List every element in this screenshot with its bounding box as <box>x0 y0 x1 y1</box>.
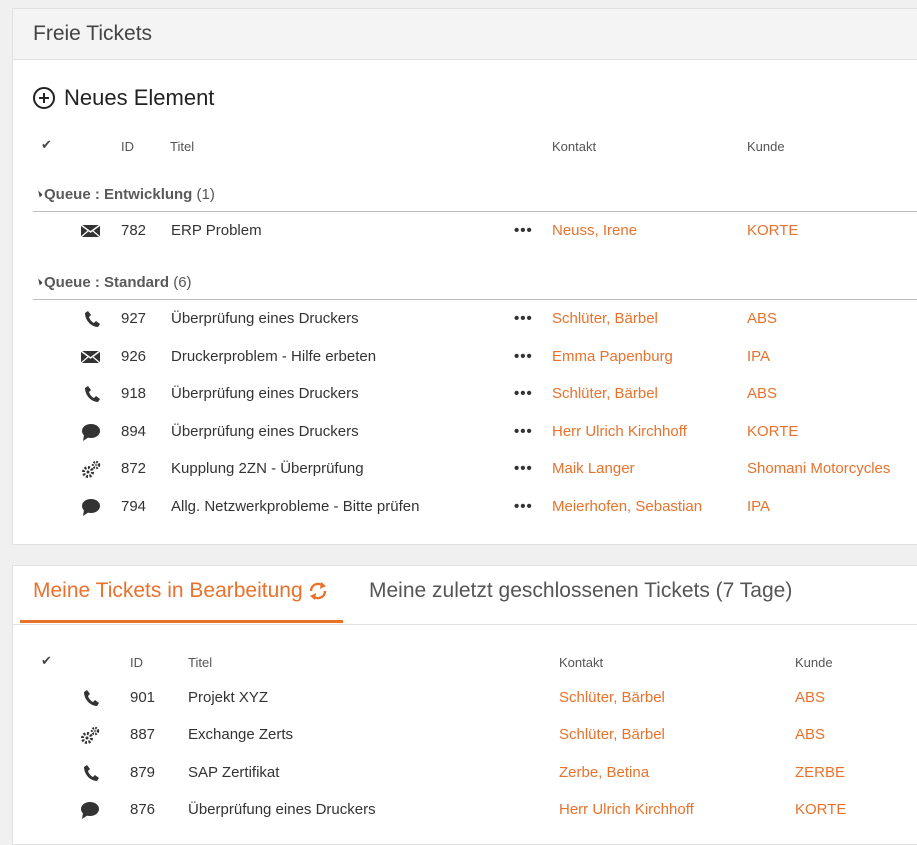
tab-recently-closed-tickets[interactable]: Meine zuletzt geschlossenen Tickets (7 T… <box>369 579 792 603</box>
collapse-triangle-icon <box>35 278 43 286</box>
row-menu-button[interactable]: ••• <box>514 348 533 365</box>
ticket-title[interactable]: Projekt XYZ <box>188 689 268 706</box>
ticket-id: 894 <box>121 422 147 440</box>
ticket-title[interactable]: Allg. Netzwerkprobleme - Bitte prüfen <box>171 498 419 515</box>
phone-icon <box>84 690 99 706</box>
ticket-title[interactable]: Druckerproblem - Hilfe erbeten <box>171 348 376 365</box>
panel-title: Freie Tickets <box>33 22 153 45</box>
column-header-customer[interactable]: Kunde <box>747 139 785 154</box>
tab-my-tickets-in-progress[interactable]: Meine Tickets in Bearbeitung <box>33 579 329 603</box>
ticket-id: 926 <box>121 347 147 365</box>
group-count: (6) <box>173 274 192 291</box>
customer-link[interactable]: ABS <box>747 310 777 327</box>
ticket-id: 872 <box>121 460 147 477</box>
customer-link[interactable]: ABS <box>795 689 825 706</box>
row-menu-button[interactable]: ••• <box>514 498 533 515</box>
phone-icon <box>85 386 100 402</box>
contact-link[interactable]: Schlüter, Bärbel <box>559 726 665 743</box>
customer-link[interactable]: KORTE <box>747 423 798 440</box>
customer-link[interactable]: KORTE <box>795 801 846 818</box>
ticket-id: 794 <box>121 497 147 515</box>
ticket-title[interactable]: Überprüfung eines Druckers <box>188 801 376 818</box>
column-header-customer[interactable]: Kunde <box>795 655 833 670</box>
phone-icon <box>84 764 99 781</box>
contact-link[interactable]: Maik Langer <box>552 460 635 477</box>
customer-link[interactable]: ABS <box>795 726 825 743</box>
chat-icon <box>82 498 100 516</box>
column-header-title[interactable]: Titel <box>170 139 194 154</box>
ticket-title[interactable]: Kupplung 2ZN - Überprüfung <box>171 460 364 477</box>
group-label: Queue : Standard <box>44 274 170 291</box>
gears-icon <box>82 460 101 478</box>
mail-icon <box>80 349 101 363</box>
add-circle-icon <box>33 87 55 109</box>
mail-icon <box>80 224 101 238</box>
ticket-id: 927 <box>121 310 147 327</box>
ticket-title[interactable]: SAP Zertifikat <box>188 764 279 781</box>
group-label: Queue : Entwicklung <box>44 186 193 203</box>
contact-link[interactable]: Meierhofen, Sebastian <box>552 498 702 515</box>
ticket-id: 876 <box>130 800 156 818</box>
panel-header: Freie Tickets <box>13 9 917 60</box>
column-header-contact[interactable]: Kontakt <box>559 655 603 670</box>
new-item-label: Neues Element <box>64 85 215 110</box>
customer-link[interactable]: ZERBE <box>795 764 845 781</box>
contact-link[interactable]: Herr Ulrich Kirchhoff <box>552 423 687 440</box>
column-header-title[interactable]: Titel <box>188 655 212 670</box>
column-header-contact[interactable]: Kontakt <box>552 139 596 154</box>
contact-link[interactable]: Zerbe, Betina <box>559 764 649 781</box>
ticket-id: 879 <box>130 763 156 781</box>
row-menu-button[interactable]: ••• <box>514 310 533 327</box>
ticket-title[interactable]: Exchange Zerts <box>188 726 293 743</box>
column-header-id[interactable]: ID <box>130 655 143 670</box>
customer-link[interactable]: IPA <box>747 348 770 365</box>
contact-link[interactable]: Emma Papenburg <box>552 348 673 365</box>
customer-link[interactable]: IPA <box>747 498 770 515</box>
ticket-id: 901 <box>130 689 156 706</box>
collapse-triangle-icon <box>35 190 43 198</box>
ticket-title[interactable]: Überprüfung eines Druckers <box>171 423 359 440</box>
customer-link[interactable]: Shomani Motorcycles <box>747 460 890 477</box>
tab-bar: Meine Tickets in Bearbeitung Meine zulet… <box>13 566 917 625</box>
group-header-entwicklung[interactable]: Queue : Entwicklung (1) <box>35 186 215 203</box>
contact-link[interactable]: Schlüter, Bärbel <box>552 310 658 327</box>
my-tickets-panel: Meine Tickets in Bearbeitung Meine zulet… <box>12 565 917 845</box>
contact-link[interactable]: Schlüter, Bärbel <box>552 385 658 402</box>
contact-link[interactable]: Neuss, Irene <box>552 222 637 239</box>
ticket-id: 782 <box>121 222 147 239</box>
active-tab-indicator <box>20 620 343 623</box>
group-divider <box>33 299 917 300</box>
customer-link[interactable]: ABS <box>747 385 777 402</box>
gears-icon <box>81 727 100 745</box>
ticket-title[interactable]: Überprüfung eines Druckers <box>171 310 359 327</box>
select-all-checkmark[interactable]: ✔ <box>41 137 52 153</box>
select-all-checkmark[interactable]: ✔ <box>41 653 52 669</box>
row-menu-button[interactable]: ••• <box>514 222 533 239</box>
ticket-id: 887 <box>130 726 156 744</box>
customer-link[interactable]: KORTE <box>747 222 798 239</box>
column-header-id[interactable]: ID <box>121 139 134 154</box>
contact-link[interactable]: Schlüter, Bärbel <box>559 689 665 706</box>
row-menu-button[interactable]: ••• <box>514 423 533 440</box>
ticket-title[interactable]: Überprüfung eines Druckers <box>171 385 359 402</box>
row-menu-button[interactable]: ••• <box>514 460 533 477</box>
group-count: (1) <box>196 186 215 203</box>
phone-icon <box>85 311 100 327</box>
tab-label: Meine Tickets in Bearbeitung <box>33 579 303 602</box>
refresh-icon[interactable] <box>307 580 329 602</box>
free-tickets-panel: Freie Tickets Neues Element ✔ ID Titel K… <box>12 8 917 545</box>
group-divider <box>33 211 917 212</box>
group-header-standard[interactable]: Queue : Standard (6) <box>35 274 192 291</box>
chat-icon <box>82 423 100 441</box>
contact-link[interactable]: Herr Ulrich Kirchhoff <box>559 801 694 818</box>
ticket-id: 918 <box>121 385 147 402</box>
ticket-title[interactable]: ERP Problem <box>171 222 262 239</box>
row-menu-button[interactable]: ••• <box>514 385 533 402</box>
chat-icon <box>81 801 99 819</box>
